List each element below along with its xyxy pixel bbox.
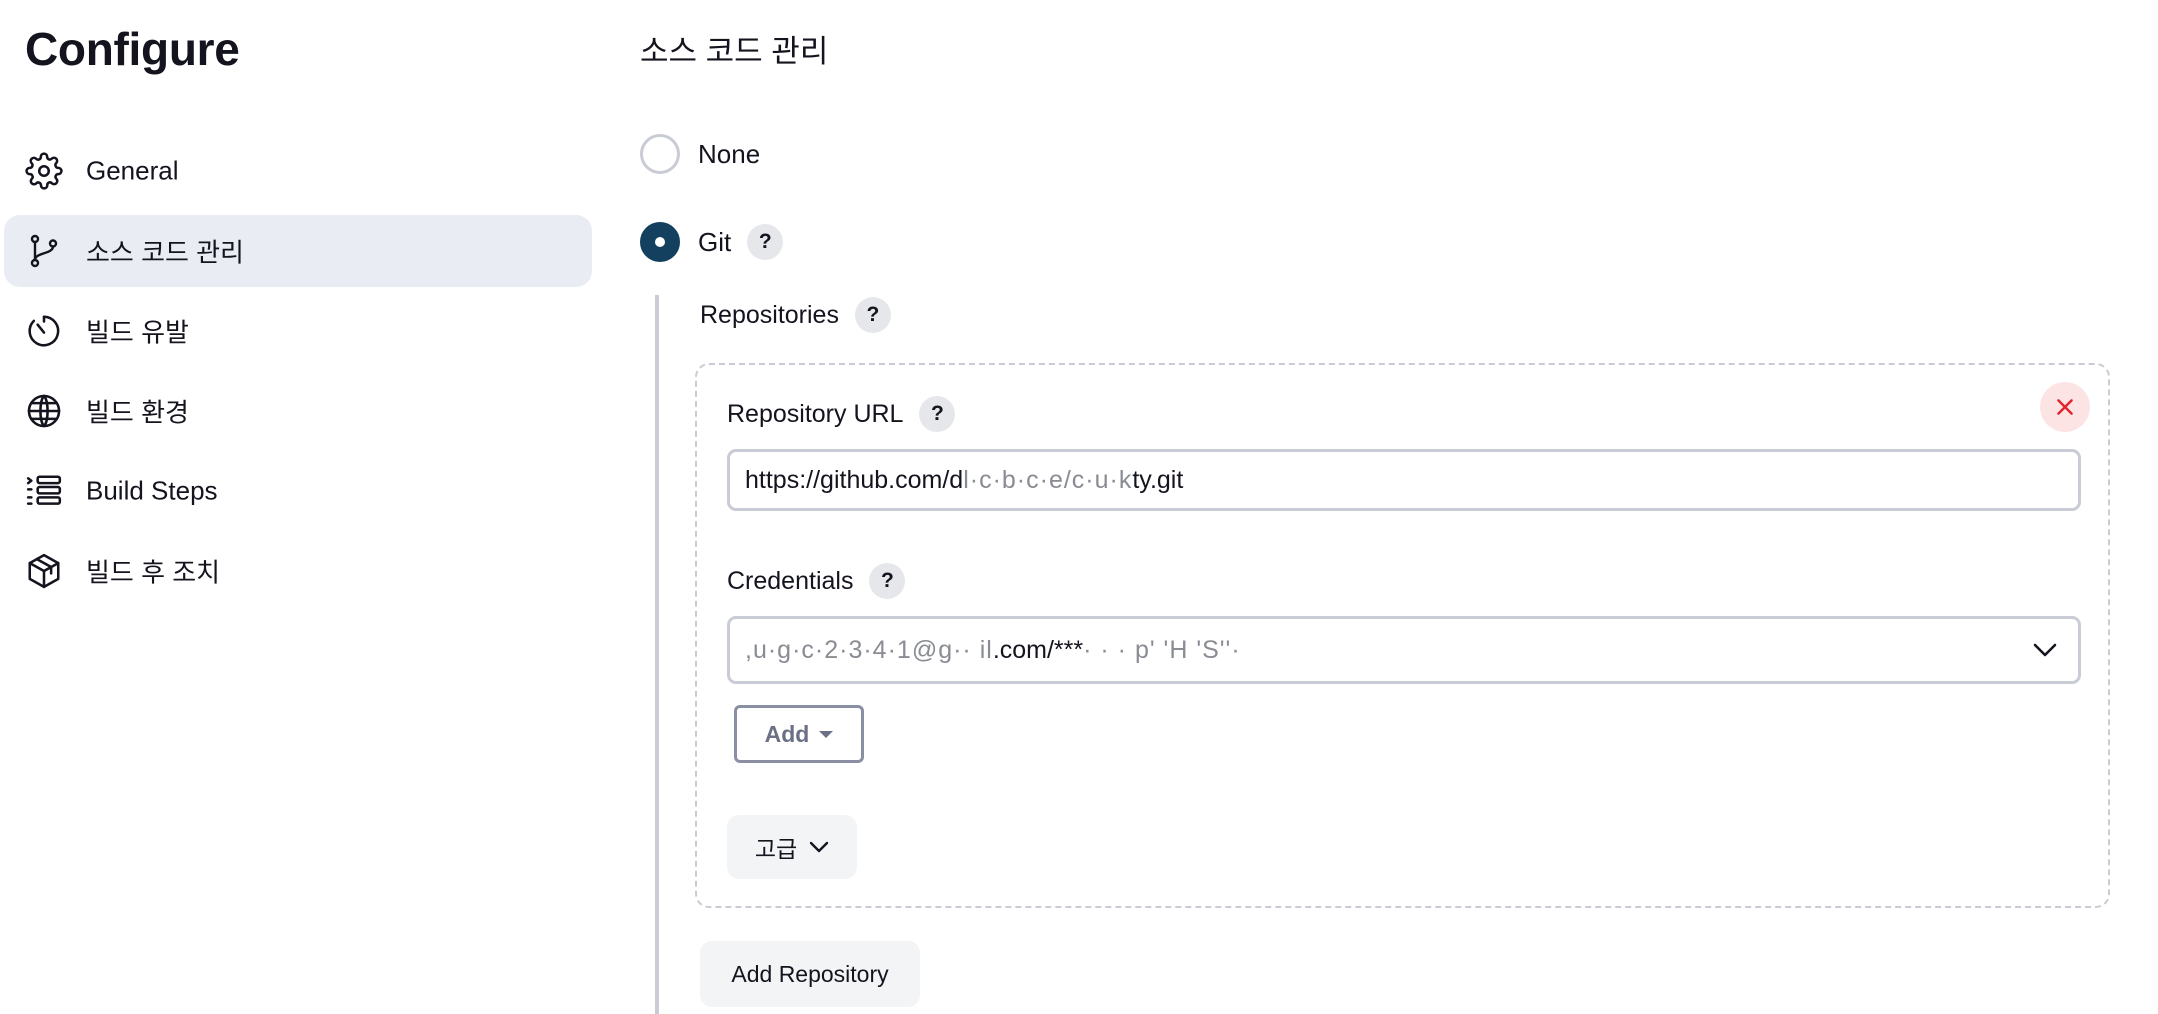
repository-url-label: Repository URL [727, 399, 904, 428]
repository-url-label-row: Repository URL ? [727, 396, 956, 432]
list-steps-icon [24, 471, 64, 511]
sidebar-item-label: General [86, 155, 179, 186]
credentials-value: .com/*** [992, 635, 1084, 664]
package-icon [24, 551, 64, 591]
close-icon [2057, 399, 2073, 415]
radio-none[interactable] [640, 134, 680, 174]
sidebar-item-post-build[interactable]: 빌드 후 조치 [4, 535, 592, 607]
scm-option-none[interactable]: None [640, 134, 760, 174]
advanced-button[interactable]: 고급 [727, 815, 857, 879]
main-content: 소스 코드 관리 None Git ? Repositories ? Repos… [600, 0, 2158, 1014]
add-button-label: Add [764, 720, 810, 747]
sidebar-item-label: Build Steps [86, 475, 218, 506]
caret-down-icon [819, 730, 834, 738]
credentials-select[interactable]: ,u·g·c·2·3·4·1@g·· il .com/*** · · · p' 'H… [727, 616, 2081, 684]
add-repository-button[interactable]: Add Repository [700, 941, 920, 1007]
sidebar-nav: General 소스 코드 관리 빌드 유발 빌드 환경 Build Steps… [4, 135, 592, 615]
timer-icon [24, 311, 64, 351]
credentials-label-row: Credentials ? [727, 563, 906, 599]
radio-label: Git [698, 226, 732, 257]
sidebar-item-build-steps[interactable]: Build Steps [4, 455, 592, 527]
repository-entry: Repository URL ? https://github.com/d l·c… [695, 363, 2110, 908]
redacted-text: · · · p' 'H 'S''· [1083, 635, 1241, 664]
section-title: 소스 코드 관리 [640, 34, 829, 69]
redacted-text: ,u·g·c·2·3·4·1@g·· il [745, 635, 993, 664]
repositories-label: Repositories [700, 300, 839, 329]
git-section-rail [655, 295, 659, 1014]
chevron-down-icon [2030, 635, 2060, 665]
sidebar: Configure General 소스 코드 관리 빌드 유발 빌드 환경 B… [0, 0, 600, 1014]
sidebar-item-build-triggers[interactable]: 빌드 유발 [4, 295, 592, 367]
repository-url-help-icon[interactable]: ? [919, 396, 956, 432]
sidebar-item-label: 빌드 후 조치 [86, 557, 221, 588]
repositories-label-row: Repositories ? [700, 297, 891, 333]
repository-url-value: https://github.com/d [745, 465, 964, 494]
sidebar-item-build-env[interactable]: 빌드 환경 [4, 375, 592, 447]
sidebar-item-label: 빌드 유발 [86, 317, 189, 348]
page-title: Configure [25, 23, 240, 75]
credentials-help-icon[interactable]: ? [869, 563, 906, 599]
git-help-icon[interactable]: ? [747, 224, 784, 260]
repository-url-input[interactable]: https://github.com/d l·c·b·c·e/c·u·k ty.gi… [727, 449, 2081, 511]
advanced-label: 고급 [754, 836, 798, 862]
radio-git[interactable] [640, 222, 680, 262]
add-credentials-button[interactable]: Add [734, 705, 864, 763]
radio-label: None [698, 138, 761, 169]
sidebar-item-label: 소스 코드 관리 [86, 237, 244, 268]
sidebar-item-scm[interactable]: 소스 코드 관리 [4, 215, 592, 287]
repository-url-value-suffix: ty.git [1132, 465, 1184, 494]
repositories-help-icon[interactable]: ? [854, 297, 891, 333]
redacted-text: l·c·b·c·e/c·u·k [963, 465, 1133, 494]
remove-repository-button[interactable] [2040, 382, 2090, 432]
gear-icon [24, 151, 64, 191]
chevron-down-icon [809, 841, 829, 853]
sidebar-item-general[interactable]: General [4, 135, 592, 207]
scm-option-git[interactable]: Git ? [640, 222, 784, 262]
page: Configure General 소스 코드 관리 빌드 유발 빌드 환경 B… [0, 0, 2158, 1014]
globe-icon [24, 391, 64, 431]
git-branch-icon [24, 231, 64, 271]
sidebar-item-label: 빌드 환경 [86, 397, 189, 428]
credentials-label: Credentials [727, 566, 854, 595]
